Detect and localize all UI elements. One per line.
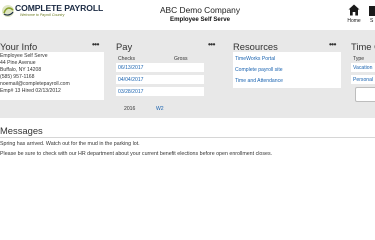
check-row: 03/28/2017 <box>116 87 204 96</box>
resources-panel: Resources ••• TimeWorks Portal Complete … <box>233 30 343 118</box>
resource-link-time-attendance[interactable]: Time and Attendance <box>235 78 283 84</box>
type-column-header: Type <box>353 56 365 62</box>
nav-icon <box>369 6 375 16</box>
info-line: 44 Pine Avenue <box>0 60 36 66</box>
home-icon <box>348 4 360 16</box>
info-line: Employee Self Serve <box>0 53 48 59</box>
home-label: Home <box>347 18 361 24</box>
time-off-title: Time O <box>351 41 375 52</box>
portal-name: Employee Self Serve <box>170 16 230 23</box>
pay-panel: Pay ••• Checks Gross 06/13/2017 04/04/20… <box>116 30 224 118</box>
pay-menu-button[interactable]: ••• <box>208 41 215 49</box>
resource-link-complete-payroll[interactable]: Complete payroll site <box>235 67 283 73</box>
top-header: COMPLETE PAYROLL Welcome to Payroll Coun… <box>0 0 375 30</box>
time-off-action-button[interactable] <box>355 87 375 102</box>
time-off-panel: Time O Type Vacation Personal <box>351 30 375 118</box>
dashboard-panels: Your Info ••• Employee Self Serve 44 Pin… <box>0 30 375 118</box>
secondary-nav-label: S <box>370 18 374 24</box>
brand-name: COMPLETE PAYROLL <box>15 3 104 13</box>
messages-divider <box>0 137 375 138</box>
checks-column-header: Checks <box>118 56 135 62</box>
w2-link[interactable]: W2 <box>156 106 164 112</box>
brand-tagline: Welcome to Payroll Country <box>20 13 65 17</box>
w2-year: 2016 <box>124 106 136 112</box>
your-info-title: Your Info <box>0 41 38 52</box>
check-row: 06/13/2017 <box>116 63 204 72</box>
message-item: Spring has arrived. Watch out for the mu… <box>0 141 140 147</box>
home-button[interactable]: Home <box>345 4 363 28</box>
gross-column-header: Gross <box>174 56 188 62</box>
time-off-row: Personal <box>351 75 375 84</box>
info-line: (585) 957-1168 <box>0 74 35 80</box>
check-date-link[interactable]: 03/28/2017 <box>118 89 144 95</box>
time-off-row: Vacation <box>351 63 375 72</box>
info-line: Buffalo, NY 14208 <box>0 67 42 73</box>
pay-title: Pay <box>116 41 133 52</box>
your-info-panel: Your Info ••• Employee Self Serve 44 Pin… <box>0 30 108 118</box>
check-date-link[interactable]: 04/04/2017 <box>118 77 144 83</box>
your-info-card: Employee Self Serve 44 Pine Avenue Buffa… <box>0 52 104 100</box>
company-name: ABC Demo Company <box>159 5 241 15</box>
info-line: Emp# 13 Hired 02/13/2012 <box>0 88 61 94</box>
info-line: noemail@completepayroll.com <box>0 81 70 87</box>
time-off-type-link[interactable]: Vacation <box>353 65 372 71</box>
your-info-menu-button[interactable]: ••• <box>92 41 99 49</box>
message-item: Please be sure to check with our HR depa… <box>0 151 273 157</box>
resources-title: Resources <box>233 41 278 52</box>
messages-title: Messages <box>0 125 43 136</box>
resources-menu-button[interactable]: ••• <box>329 41 336 49</box>
time-off-type-link[interactable]: Personal <box>353 77 373 83</box>
secondary-nav-button[interactable]: S <box>367 4 375 28</box>
check-row: 04/04/2017 <box>116 75 204 84</box>
resource-link-timeworks[interactable]: TimeWorks Portal <box>235 56 275 62</box>
resources-card: TimeWorks Portal Complete payroll site T… <box>233 52 341 88</box>
check-date-link[interactable]: 06/13/2017 <box>118 65 144 71</box>
